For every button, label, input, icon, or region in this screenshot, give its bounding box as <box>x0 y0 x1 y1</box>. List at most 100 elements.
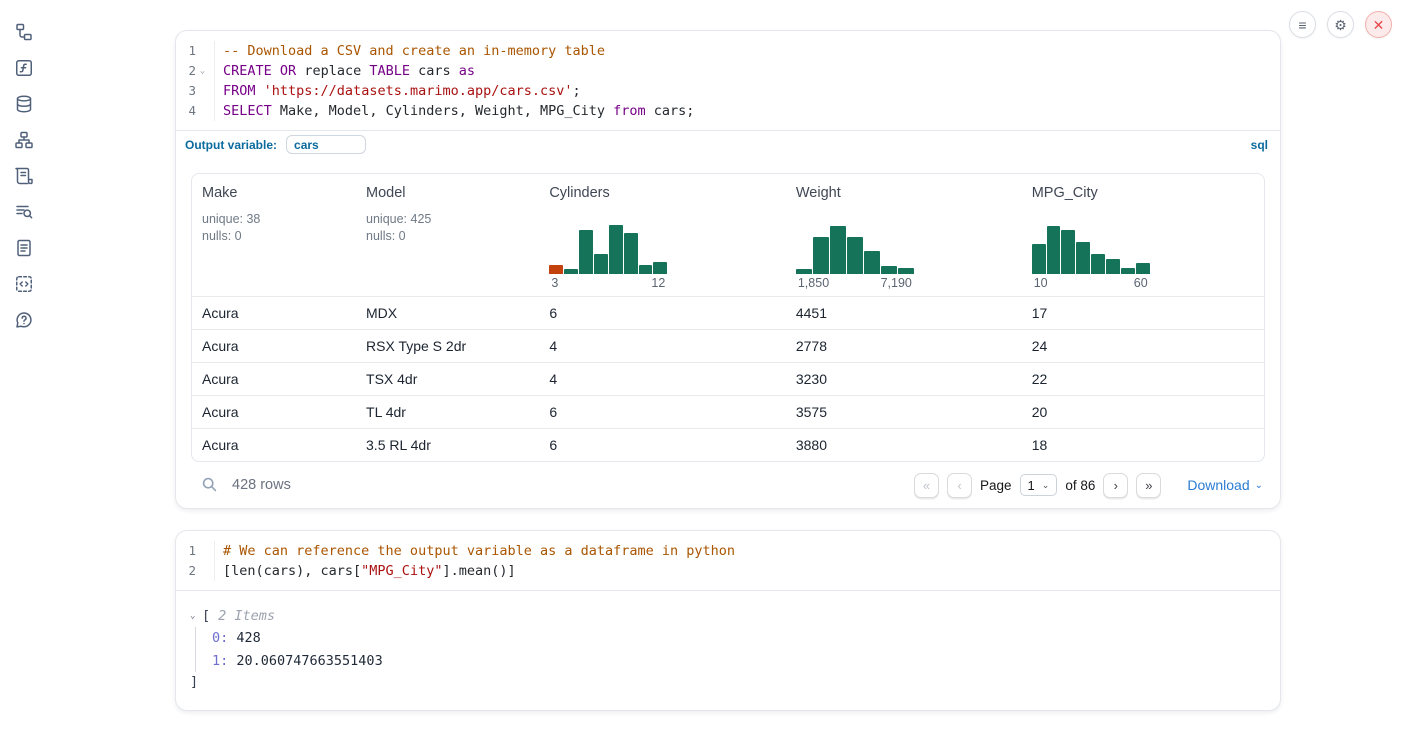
histogram-bar <box>549 265 563 274</box>
database-icon[interactable] <box>14 94 34 114</box>
histogram-bar <box>579 230 593 274</box>
table-row[interactable]: AcuraTL 4dr6357520 <box>192 395 1264 428</box>
column-header: Makeunique: 38nulls: 0 <box>192 174 356 296</box>
table-row[interactable]: AcuraTSX 4dr4323022 <box>192 362 1264 395</box>
table-cell: Acura <box>192 371 356 387</box>
gear-icon: ⚙ <box>1334 18 1347 32</box>
histogram-cylinders[interactable] <box>549 222 667 274</box>
chevron-right-icon: › <box>1114 478 1118 493</box>
items-count-label: 2 Items <box>218 608 275 624</box>
notebook-area: 1-- Download a CSV and create an in-memo… <box>175 30 1281 711</box>
output-variable-label: Output variable: <box>185 138 277 152</box>
histogram-bar <box>594 254 608 274</box>
table-row[interactable]: Acura3.5 RL 4dr6388018 <box>192 428 1264 461</box>
row-count: 428 rows <box>232 477 291 493</box>
histogram-weight[interactable] <box>796 222 914 274</box>
help-icon[interactable] <box>14 310 34 330</box>
column-name[interactable]: MPG_City <box>1032 185 1254 201</box>
table-cell: 6 <box>539 437 786 453</box>
dependency-graph-icon[interactable] <box>14 130 34 150</box>
hamburger-icon: ≡ <box>1298 18 1306 32</box>
code-line[interactable]: 2⌄CREATE OR replace TABLE cars as <box>176 61 1280 81</box>
file-tree-icon[interactable] <box>14 22 34 42</box>
page-select-value: 1 <box>1028 478 1035 493</box>
table-header-row: Makeunique: 38nulls: 0Modelunique: 425nu… <box>192 174 1264 296</box>
column-name[interactable]: Model <box>366 185 529 201</box>
table-row[interactable]: AcuraRSX Type S 2dr4277824 <box>192 329 1264 362</box>
search-icon[interactable] <box>201 476 219 494</box>
next-page-button[interactable]: › <box>1103 473 1128 498</box>
code-line[interactable]: 2[len(cars), cars["MPG_City"].mean()] <box>176 561 1280 581</box>
tree-entry: 1: 20.060747663551403 <box>212 650 1265 673</box>
table-cell: Acura <box>192 404 356 420</box>
histogram-bar <box>653 262 667 274</box>
language-badge[interactable]: sql <box>1251 138 1268 152</box>
shutdown-button[interactable]: ✕ <box>1365 11 1392 38</box>
menu-button[interactable]: ≡ <box>1289 11 1316 38</box>
table-cell: TSX 4dr <box>356 371 539 387</box>
tree-entry-key: 0: <box>212 630 228 646</box>
pagination: « ‹ Page 1 ⌄ of 86 › » <box>914 473 1263 498</box>
output-variable-input[interactable] <box>286 135 366 154</box>
histogram-mpg_city[interactable] <box>1032 222 1150 274</box>
open-bracket: [ <box>202 608 210 624</box>
fold-chevron-icon[interactable]: ⌄ <box>196 61 209 81</box>
page-label: Page <box>980 478 1012 493</box>
histogram-bar <box>609 225 623 274</box>
table-cell: 24 <box>1022 338 1264 354</box>
function-icon[interactable] <box>14 58 34 78</box>
table-cell: Acura <box>192 437 356 453</box>
table-cell: 20 <box>1022 404 1264 420</box>
code-line[interactable]: 4SELECT Make, Model, Cylinders, Weight, … <box>176 101 1280 121</box>
chevron-down-icon: ⌄ <box>1042 480 1050 491</box>
code-line[interactable]: 3FROM 'https://datasets.marimo.app/cars.… <box>176 81 1280 101</box>
table-cell: TL 4dr <box>356 404 539 420</box>
sidebar-panel-icons <box>0 0 48 729</box>
column-header: Modelunique: 425nulls: 0 <box>356 174 539 296</box>
histogram-bar <box>1106 259 1120 274</box>
table-cell: 4 <box>539 371 786 387</box>
table-cell: Acura <box>192 305 356 321</box>
histogram-bar <box>1091 254 1105 274</box>
table-cell: MDX <box>356 305 539 321</box>
collapse-chevron-icon[interactable]: ⌄ <box>190 611 202 621</box>
scroll-icon[interactable] <box>14 166 34 186</box>
search-list-icon[interactable] <box>14 202 34 222</box>
last-page-button[interactable]: » <box>1136 473 1161 498</box>
close-icon: ✕ <box>1373 18 1385 32</box>
column-header: MPG_City1060 <box>1022 174 1264 296</box>
histogram-axis-labels: 312 <box>549 274 667 290</box>
column-name[interactable]: Weight <box>796 185 1012 201</box>
download-label: Download <box>1187 477 1249 493</box>
sql-cell: 1-- Download a CSV and create an in-memo… <box>175 30 1281 509</box>
document-icon[interactable] <box>14 238 34 258</box>
sql-code-editor[interactable]: 1-- Download a CSV and create an in-memo… <box>176 31 1280 130</box>
page-select[interactable]: 1 ⌄ <box>1020 474 1058 496</box>
double-chevron-left-icon: « <box>923 478 930 493</box>
code-line[interactable]: 1# We can reference the output variable … <box>176 541 1280 561</box>
python-code-editor[interactable]: 1# We can reference the output variable … <box>176 531 1280 590</box>
histogram-bar <box>639 265 653 274</box>
code-line[interactable]: 1-- Download a CSV and create an in-memo… <box>176 41 1280 61</box>
settings-button[interactable]: ⚙ <box>1327 11 1354 38</box>
table-cell: 3.5 RL 4dr <box>356 437 539 453</box>
first-page-button[interactable]: « <box>914 473 939 498</box>
histogram-bar <box>881 266 897 274</box>
table-cell: 4 <box>539 338 786 354</box>
table-cell: 3575 <box>786 404 1022 420</box>
histogram-bar <box>1032 244 1046 274</box>
download-button[interactable]: Download ⌄ <box>1187 477 1263 493</box>
column-name[interactable]: Cylinders <box>549 185 776 201</box>
line-number: 2 <box>176 561 196 581</box>
line-number: 2 <box>176 61 196 81</box>
line-number: 4 <box>176 101 196 121</box>
histogram-bar <box>847 237 863 274</box>
prev-page-button[interactable]: ‹ <box>947 473 972 498</box>
column-name[interactable]: Make <box>202 185 346 201</box>
top-right-actions: ≡ ⚙ ✕ <box>1289 11 1392 38</box>
table-cell: 3880 <box>786 437 1022 453</box>
table-row[interactable]: AcuraMDX6445117 <box>192 296 1264 329</box>
page-total: of 86 <box>1065 478 1095 493</box>
histogram-bar <box>624 233 638 274</box>
code-snippet-icon[interactable] <box>14 274 34 294</box>
